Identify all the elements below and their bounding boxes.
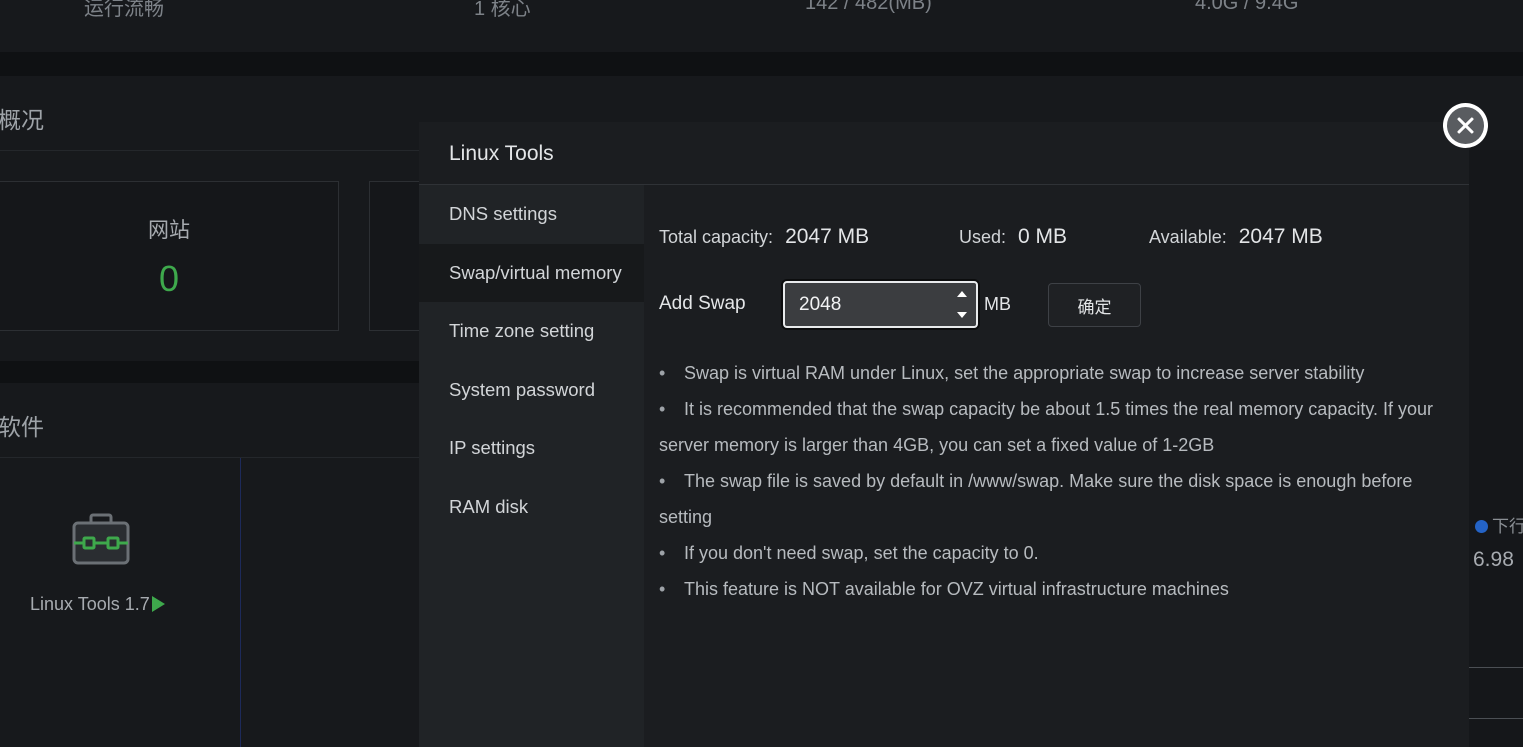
swap-size-input[interactable]: [799, 292, 949, 318]
swap-settings-panel: Total capacity: 2047 MB Used: 0 MB Availab…: [644, 185, 1469, 747]
overview-title: 概况: [0, 107, 44, 133]
modal-header: Linux Tools: [419, 122, 1469, 185]
used-stat: Used: 0 MB: [959, 225, 1067, 249]
total-capacity-label: Total capacity:: [659, 227, 774, 247]
status-disk: 4.0G / 9.4G: [1195, 0, 1299, 14]
add-swap-label: Add Swap: [659, 293, 746, 314]
tip-item: The swap file is saved by default in /ww…: [659, 463, 1439, 535]
available-label: Available:: [1149, 227, 1227, 247]
right-divider-1: [1469, 667, 1523, 668]
total-capacity-value: 2047 MB: [785, 225, 870, 248]
close-icon: [1447, 107, 1484, 144]
linux-tools-modal: Linux Tools DNS settings Swap/virtual me…: [419, 122, 1469, 747]
status-cpu: 1 核心: [474, 0, 531, 20]
tip-item: This feature is NOT available for OVZ vi…: [659, 571, 1439, 607]
modal-title: Linux Tools: [449, 142, 554, 165]
stepper-down-icon[interactable]: [951, 305, 973, 323]
swap-tips-list: Swap is virtual RAM under Linux, set the…: [659, 355, 1439, 607]
nav-item-system-password[interactable]: System password: [419, 361, 644, 419]
nav-item-dns-settings[interactable]: DNS settings: [419, 185, 644, 243]
total-capacity-stat: Total capacity: 2047 MB: [659, 225, 869, 249]
legend-dot-icon: [1475, 520, 1488, 533]
nav-item-ip-settings[interactable]: IP settings: [419, 419, 644, 477]
tip-item: It is recommended that the swap capacity…: [659, 391, 1439, 463]
right-background-panel: [1469, 150, 1523, 747]
status-memory: 142 / 482(MB): [805, 0, 932, 14]
available-stat: Available: 2047 MB: [1149, 225, 1323, 249]
site-stat-value[interactable]: 0: [0, 258, 338, 300]
software-item-linux-tools[interactable]: Linux Tools 1.7: [30, 594, 165, 615]
status-running: 运行流畅: [84, 0, 164, 20]
tip-item: Swap is virtual RAM under Linux, set the…: [659, 355, 1439, 391]
confirm-button[interactable]: 确定: [1048, 283, 1141, 327]
site-stat-card[interactable]: 网站 0: [0, 181, 339, 331]
tip-item: If you don't need swap, set the capacity…: [659, 535, 1439, 571]
used-label: Used:: [959, 227, 1007, 247]
stepper-controls: [951, 286, 973, 323]
right-divider-2: [1469, 718, 1523, 719]
swap-size-stepper[interactable]: [783, 281, 978, 328]
nav-item-time-zone-setting[interactable]: Time zone setting: [419, 302, 644, 360]
toolbox-icon[interactable]: [72, 513, 130, 565]
traffic-legend: 下行: [1475, 512, 1523, 537]
nav-item-swap-virtual-memory[interactable]: Swap/virtual memory: [419, 244, 644, 302]
system-status-strip: 运行流畅 1 核心 142 / 482(MB) 4.0G / 9.4G: [0, 0, 1523, 52]
software-item-label: Linux Tools 1.7: [30, 594, 150, 614]
modal-sidebar: DNS settings Swap/virtual memory Time zo…: [419, 185, 644, 747]
site-stat-label: 网站: [148, 219, 190, 242]
software-title: 软件: [0, 414, 44, 440]
close-modal-button[interactable]: [1443, 103, 1488, 148]
software-column-divider: [240, 458, 241, 747]
used-value: 0 MB: [1018, 225, 1068, 248]
play-icon[interactable]: [151, 596, 165, 612]
available-value: 2047 MB: [1238, 225, 1323, 248]
traffic-value: 6.98: [1473, 548, 1514, 571]
legend-label: 下行: [1492, 517, 1523, 536]
stepper-up-icon[interactable]: [951, 286, 973, 304]
nav-item-ram-disk[interactable]: RAM disk: [419, 478, 644, 536]
swap-unit-label: MB: [984, 294, 1011, 314]
